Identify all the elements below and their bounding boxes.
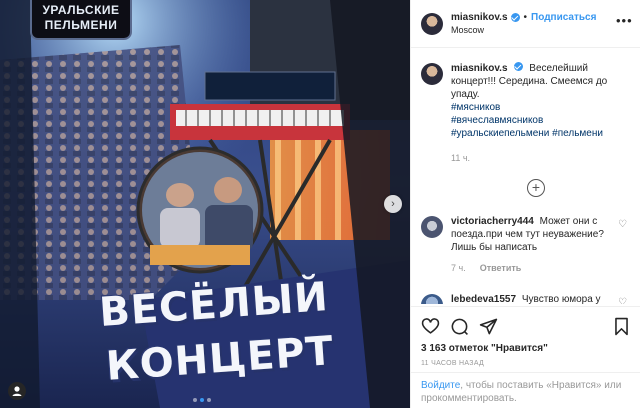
reply-button[interactable]: Ответить	[480, 262, 522, 275]
caption-username[interactable]: miasnikov.s	[451, 63, 508, 74]
next-slide-button[interactable]: ›	[384, 195, 402, 213]
like-heart-icon[interactable]	[421, 317, 440, 336]
post-actions: 3 163 отметок "Нравится" 11 ЧАСОВ НАЗАД	[411, 306, 640, 367]
carousel-dot	[193, 398, 197, 402]
post-caption: miasnikov.s Веселейший концерт!!! Середи…	[421, 62, 630, 165]
comment-bubble-icon[interactable]	[450, 317, 469, 336]
carousel-dot	[207, 398, 211, 402]
share-plane-icon[interactable]	[479, 317, 498, 336]
more-options-icon[interactable]: •••	[616, 14, 632, 32]
follow-button[interactable]: Подписаться	[531, 12, 596, 23]
header-separator: •	[523, 12, 528, 23]
comments-list[interactable]: miasnikov.s Веселейший концерт!!! Середи…	[411, 48, 640, 304]
login-link[interactable]: Войдите	[421, 380, 460, 391]
comment-like-heart-icon[interactable]: ♡	[618, 219, 630, 230]
comment-username[interactable]: lebedeva1557	[451, 294, 516, 304]
comment-like-heart-icon[interactable]: ♡	[618, 297, 630, 304]
login-prompt: Войдите, чтобы поставить «Нравится» или …	[411, 372, 640, 408]
caption-avatar[interactable]	[421, 63, 443, 85]
caption-time: 11 ч.	[451, 153, 471, 163]
comment-item: victoriacherry444 Может они с поезда.при…	[421, 215, 630, 275]
post-image[interactable]: УРАЛЬСКИЕ ПЕЛЬМЕНИ ВЕСЁЛЫЙ КОНЦЕРТ ›	[0, 0, 410, 408]
carousel-dot	[200, 398, 204, 402]
likes-count[interactable]: 3 163 отметок "Нравится"	[421, 343, 631, 354]
instagram-post-view: УРАЛЬСКИЕ ПЕЛЬМЕНИ ВЕСЁЛЫЙ КОНЦЕРТ › mia…	[0, 0, 640, 408]
carousel-indicator	[193, 398, 211, 402]
comment-time: 7 ч.	[451, 263, 466, 273]
comment-item: lebedeva1557 Чувство юмора у людей нету …	[421, 293, 630, 304]
post-side-panel: miasnikov.s • Подписаться Moscow ••• mia…	[410, 0, 640, 408]
post-timestamp: 11 ЧАСОВ НАЗАД	[421, 360, 485, 367]
commenter-avatar[interactable]	[421, 216, 443, 238]
verified-badge-icon	[510, 13, 520, 22]
post-location[interactable]: Moscow	[451, 25, 616, 35]
post-header: miasnikov.s • Подписаться Moscow •••	[411, 0, 640, 48]
show-logo-line-1: УРАЛЬСКИЕ	[42, 3, 120, 17]
show-logo-line-2: ПЕЛЬМЕНИ	[44, 18, 118, 32]
hashtag-link[interactable]: #вячеславмясников	[451, 114, 630, 127]
author-avatar[interactable]	[421, 12, 443, 35]
show-logo: УРАЛЬСКИЕ ПЕЛЬМЕНИ	[30, 0, 132, 40]
load-more-comments-button[interactable]: +	[527, 179, 545, 197]
commenter-avatar[interactable]	[421, 294, 443, 304]
comment-username[interactable]: victoriacherry444	[451, 216, 534, 227]
author-info: miasnikov.s • Подписаться Moscow	[451, 12, 616, 35]
author-username[interactable]: miasnikov.s	[451, 12, 508, 23]
hashtag-link[interactable]: #мясников	[451, 101, 630, 114]
user-tag-icon	[12, 386, 22, 396]
bookmark-icon[interactable]	[612, 317, 631, 336]
tagged-users-button[interactable]	[8, 382, 26, 400]
verified-badge-icon	[513, 62, 523, 71]
hashtag-link[interactable]: #уральскиепельмени #пельмени	[451, 127, 630, 140]
